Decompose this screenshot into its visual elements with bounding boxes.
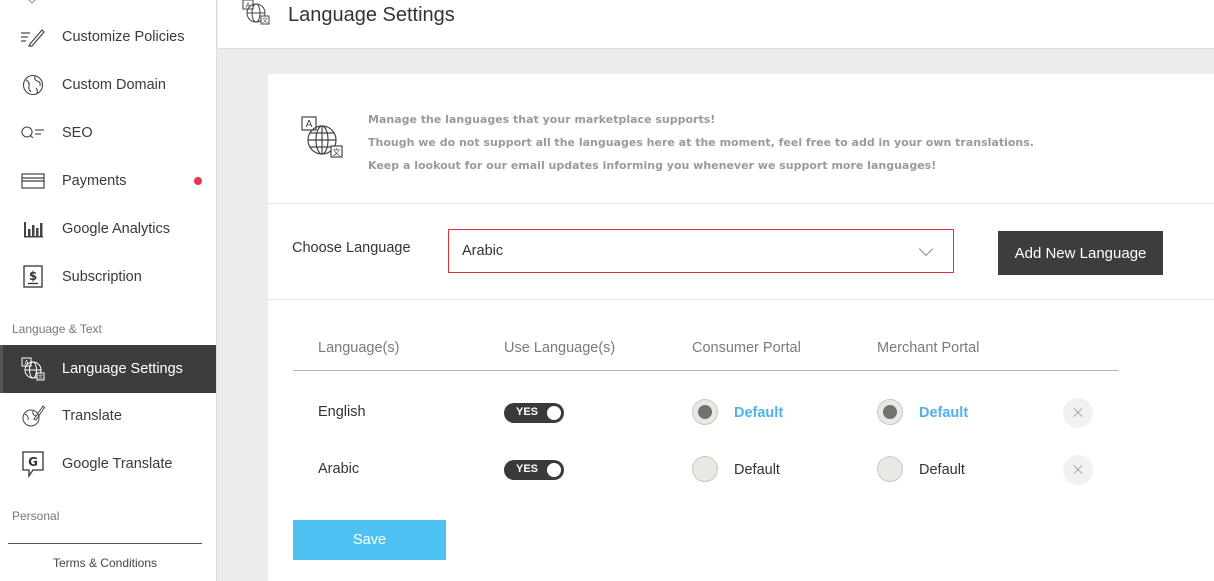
svg-text:文: 文 bbox=[38, 374, 43, 381]
language-name: Arabic bbox=[318, 461, 360, 477]
language-select-value: Arabic bbox=[462, 243, 504, 259]
sidebar-item-customize-policies[interactable]: Customize Policies bbox=[0, 13, 216, 61]
sidebar-item-label: Custom Domain bbox=[62, 77, 166, 93]
language-translate-icon: A文 bbox=[242, 0, 270, 26]
info-text: Manage the languages that your marketpla… bbox=[368, 108, 1034, 177]
consumer-default-label: Default bbox=[734, 462, 780, 478]
language-settings-panel: A文 Manage the languages that your market… bbox=[268, 74, 1214, 581]
merchant-portal-radio[interactable] bbox=[877, 399, 903, 425]
globe-pen-icon bbox=[20, 403, 46, 429]
svg-text:A: A bbox=[306, 119, 313, 130]
column-header-merchant-portal: Merchant Portal bbox=[877, 340, 980, 356]
dollar-document-icon: $ bbox=[20, 264, 46, 290]
chevron-down-icon bbox=[918, 241, 934, 257]
sidebar-item-custom-domain[interactable]: Custom Domain bbox=[0, 61, 216, 109]
sidebar-item-seo[interactable]: SEO bbox=[0, 109, 216, 157]
sidebar-item-label: Google Analytics bbox=[62, 221, 171, 237]
sidebar-item-label: Customize Policies bbox=[62, 29, 185, 45]
radio-checked-indicator bbox=[883, 405, 897, 419]
save-button[interactable]: Save bbox=[293, 520, 446, 560]
google-translate-icon: G bbox=[20, 451, 46, 478]
consumer-portal-radio[interactable] bbox=[692, 456, 718, 482]
language-translate-icon: A文 bbox=[300, 116, 346, 160]
sidebar-item-translate[interactable]: Translate bbox=[0, 392, 216, 440]
bar-chart-icon bbox=[20, 216, 46, 242]
sidebar-item-google-translate[interactable]: G Google Translate bbox=[0, 440, 216, 488]
svg-text:文: 文 bbox=[333, 147, 341, 157]
card-icon bbox=[20, 168, 46, 194]
toggle-label: YES bbox=[516, 406, 539, 418]
radio-checked-indicator bbox=[698, 405, 712, 419]
svg-text:$: $ bbox=[29, 269, 37, 283]
consumer-default-label: Default bbox=[734, 405, 784, 421]
info-section: A文 Manage the languages that your market… bbox=[268, 74, 1214, 204]
section-label-personal: Personal bbox=[12, 509, 60, 523]
column-header-use-language: Use Language(s) bbox=[504, 340, 616, 356]
sidebar-item-label: Subscription bbox=[62, 269, 142, 285]
sidebar-item-language-settings[interactable]: A文 Language Settings bbox=[0, 345, 216, 393]
sidebar: Customize Policies Custom Domain SEO Pay… bbox=[0, 0, 217, 581]
sidebar-item-label: Translate bbox=[62, 408, 122, 424]
merchant-portal-radio[interactable] bbox=[877, 456, 903, 482]
scroll-stub-icon bbox=[26, 0, 38, 4]
toggle-knob bbox=[547, 463, 561, 477]
toggle-knob bbox=[547, 406, 561, 420]
choose-language-row: Choose Language Arabic Add New Language bbox=[268, 204, 1214, 300]
sidebar-divider bbox=[8, 543, 202, 544]
globe-icon bbox=[20, 72, 46, 98]
pencil-lines-icon bbox=[20, 24, 46, 50]
merchant-default-label: Default bbox=[919, 405, 969, 421]
choose-language-label: Choose Language bbox=[292, 240, 411, 256]
merchant-default-label: Default bbox=[919, 462, 965, 478]
column-header-language: Language(s) bbox=[318, 340, 400, 356]
remove-language-close-icon[interactable] bbox=[1063, 455, 1093, 485]
search-lines-icon bbox=[20, 120, 46, 146]
sidebar-item-label: Language Settings bbox=[62, 361, 183, 377]
svg-text:文: 文 bbox=[262, 17, 268, 25]
language-name: English bbox=[318, 404, 366, 420]
toggle-label: YES bbox=[516, 463, 539, 475]
consumer-portal-radio[interactable] bbox=[692, 399, 718, 425]
add-new-language-button[interactable]: Add New Language bbox=[998, 231, 1163, 275]
info-line: Though we do not support all the languag… bbox=[368, 136, 1034, 149]
sidebar-item-label: Google Translate bbox=[62, 456, 173, 472]
remove-language-close-icon[interactable] bbox=[1063, 398, 1093, 428]
language-select[interactable]: Arabic bbox=[448, 229, 954, 273]
sidebar-item-label: Payments bbox=[62, 173, 127, 189]
sidebar-item-subscription[interactable]: $ Subscription bbox=[0, 253, 216, 301]
info-line: Manage the languages that your marketpla… bbox=[368, 113, 716, 126]
column-header-consumer-portal: Consumer Portal bbox=[692, 340, 801, 356]
use-language-toggle[interactable]: YES bbox=[504, 403, 564, 423]
svg-text:A: A bbox=[246, 2, 251, 10]
use-language-toggle[interactable]: YES bbox=[504, 460, 564, 480]
page-header: A文 Language Settings bbox=[218, 0, 1214, 49]
terms-conditions-link[interactable]: Terms & Conditions bbox=[0, 556, 210, 570]
svg-text:G: G bbox=[28, 455, 38, 469]
sidebar-item-payments[interactable]: Payments bbox=[0, 157, 216, 205]
sidebar-item-google-analytics[interactable]: Google Analytics bbox=[0, 205, 216, 253]
table-header-divider bbox=[293, 370, 1119, 371]
notification-dot bbox=[194, 177, 202, 185]
language-translate-icon: A文 bbox=[20, 356, 46, 382]
info-line: Keep a lookout for our email updates inf… bbox=[368, 159, 937, 172]
sidebar-item-label: SEO bbox=[62, 125, 93, 141]
section-label-language-text: Language & Text bbox=[12, 322, 102, 336]
page-title: Language Settings bbox=[288, 4, 455, 26]
